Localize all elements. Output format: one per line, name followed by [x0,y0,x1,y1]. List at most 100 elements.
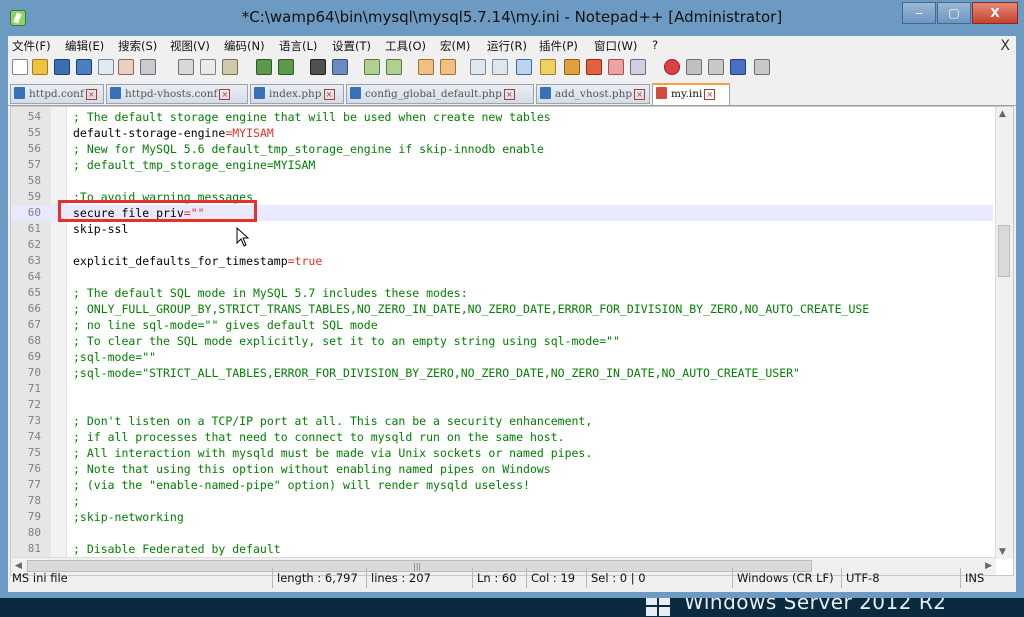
code-line[interactable]: 68 ; To clear the SQL mode explicitly, se… [11,333,993,349]
menu-view[interactable]: 视图(V) [170,38,210,54]
close-tab-icon[interactable]: × [219,89,231,100]
code-line[interactable]: 72 [11,397,993,413]
close-tab-icon[interactable]: × [85,89,97,100]
stop-macro-icon[interactable] [686,59,702,75]
function-list-icon[interactable] [586,59,602,75]
code-line[interactable]: 62 [11,237,993,253]
indent-guide-icon[interactable] [516,59,532,75]
close-all-icon[interactable] [118,59,134,75]
save-icon[interactable] [54,59,70,75]
code-line[interactable]: 70 ;sql-mode="STRICT_ALL_TABLES,ERROR_FOR… [11,365,993,381]
code-line[interactable]: 71 [11,381,993,397]
status-eol[interactable]: Windows (CR LF) [732,568,834,588]
menu-search[interactable]: 搜索(S) [118,38,157,54]
save-all-icon[interactable] [76,59,92,75]
tab-config-global-default-php[interactable]: config_global_default.php × [346,84,534,104]
minimize-button[interactable]: ‒ [902,2,936,24]
code-line[interactable]: 54 ; The default storage engine that will… [11,109,993,125]
zoom-in-icon[interactable] [364,59,380,75]
code-editor[interactable]: 54 ; The default storage engine that will… [10,106,1014,576]
new-file-icon[interactable] [12,59,28,75]
code-line[interactable]: 61 skip-ssl [11,221,993,237]
undo-icon[interactable] [256,59,272,75]
cut-icon[interactable] [178,59,194,75]
close-file-icon[interactable] [98,59,114,75]
code-line[interactable]: 57 ; default_tmp_storage_engine=MYISAM [11,157,993,173]
code-line[interactable]: 66 ; ONLY_FULL_GROUP_BY,STRICT_TRANS_TABL… [11,301,993,317]
record-macro-icon[interactable] [664,59,680,75]
menu-plugins[interactable]: 插件(P) [539,38,578,54]
print-icon[interactable] [140,59,156,75]
close-document-button[interactable]: X [1000,38,1010,54]
code-line[interactable]: 80 [11,525,993,541]
monitoring-icon[interactable] [630,59,646,75]
code-line[interactable]: 81 ; Disable Federated by default [11,541,993,557]
menu-run[interactable]: 运行(R) [487,38,527,54]
play-macro-icon[interactable] [708,59,724,75]
menu-file[interactable]: 文件(F) [12,38,51,54]
find-icon[interactable] [310,59,326,75]
code-line[interactable]: 74 ; if all processes that need to connec… [11,429,993,445]
code-line[interactable]: 78; [11,493,993,509]
menu-help[interactable]: ? [652,38,658,52]
line-number: 68 [27,334,41,347]
code-line[interactable]: 75 ; All interaction with mysqld must be … [11,445,993,461]
menu-edit[interactable]: 编辑(E) [65,38,104,54]
open-file-icon[interactable] [32,59,48,75]
menu-encoding[interactable]: 编码(N) [224,38,265,54]
close-button[interactable]: X [972,2,1018,24]
tab-httpd-vhosts-conf[interactable]: httpd-vhosts.conf × [106,84,248,104]
code-line[interactable]: 76 ; Note that using this option without … [11,461,993,477]
code-line[interactable]: 58 [11,173,993,189]
word-wrap-icon[interactable] [470,59,486,75]
code-line[interactable]: 67 ; no line sql-mode="" gives default SQ… [11,317,993,333]
sync-vertical-icon[interactable] [418,59,434,75]
vertical-scroll-thumb[interactable] [998,225,1010,277]
title-bar[interactable]: *C:\wamp64\bin\mysql\mysql5.7.14\my.ini … [0,0,1024,36]
close-tab-icon[interactable]: × [634,89,646,100]
code-text: ; (via the "enable-named-pipe" option) w… [73,478,530,492]
code-line[interactable]: 64 [11,269,993,285]
code-line[interactable]: 63 explicit_defaults_for_timestamp=true [11,253,993,269]
code-line[interactable]: 79 ;skip-networking [11,509,993,525]
close-tab-icon[interactable]: × [704,89,716,100]
zoom-out-icon[interactable] [386,59,402,75]
scroll-down-icon[interactable]: ▼ [999,547,1006,557]
maximize-button[interactable]: ▢ [937,2,971,24]
replace-icon[interactable] [332,59,348,75]
folder-workspace-icon[interactable] [608,59,624,75]
run-macro-multiple-icon[interactable] [730,59,746,75]
code-line[interactable]: 55 default-storage-engine=MYISAM [11,125,993,141]
copy-icon[interactable] [200,59,216,75]
line-number: 62 [27,238,41,251]
tab-my-ini[interactable]: my.ini × [652,83,730,105]
document-map-icon[interactable] [564,59,580,75]
status-encoding[interactable]: UTF-8 [841,568,880,588]
code-line[interactable]: 73 ; Don't listen on a TCP/IP port at all… [11,413,993,429]
show-all-chars-icon[interactable] [492,59,508,75]
user-language-icon[interactable] [540,59,556,75]
scroll-up-icon[interactable]: ▲ [999,109,1006,119]
paste-icon[interactable] [222,59,238,75]
save-macro-icon[interactable] [754,59,770,75]
redo-icon[interactable] [278,59,294,75]
close-tab-icon[interactable]: × [503,89,515,100]
line-number: 70 [27,366,41,379]
code-line[interactable]: 56 ; New for MySQL 5.6 default_tmp_storag… [11,141,993,157]
tab-add-vhost-php[interactable]: add_vhost.php × [536,84,650,104]
tab-index-php[interactable]: index.php × [250,84,344,104]
windows-logo-icon [646,596,672,616]
line-number: 60 [27,206,41,219]
menu-settings[interactable]: 设置(T) [332,38,371,54]
close-tab-icon[interactable]: × [323,89,335,100]
code-line[interactable]: 69 ;sql-mode="" [11,349,993,365]
vertical-scrollbar[interactable]: ▲ ▼ [995,107,1013,559]
code-line[interactable]: 65 ; The default SQL mode in MySQL 5.7 in… [11,285,993,301]
menu-tools[interactable]: 工具(O) [385,38,426,54]
menu-language[interactable]: 语言(L) [279,38,317,54]
code-line[interactable]: 77 ; (via the "enable-named-pipe" option)… [11,477,993,493]
menu-window[interactable]: 窗口(W) [594,38,637,54]
menu-macro[interactable]: 宏(M) [440,38,470,54]
tab-httpd-conf[interactable]: httpd.conf × [10,84,104,104]
sync-horizontal-icon[interactable] [440,59,456,75]
